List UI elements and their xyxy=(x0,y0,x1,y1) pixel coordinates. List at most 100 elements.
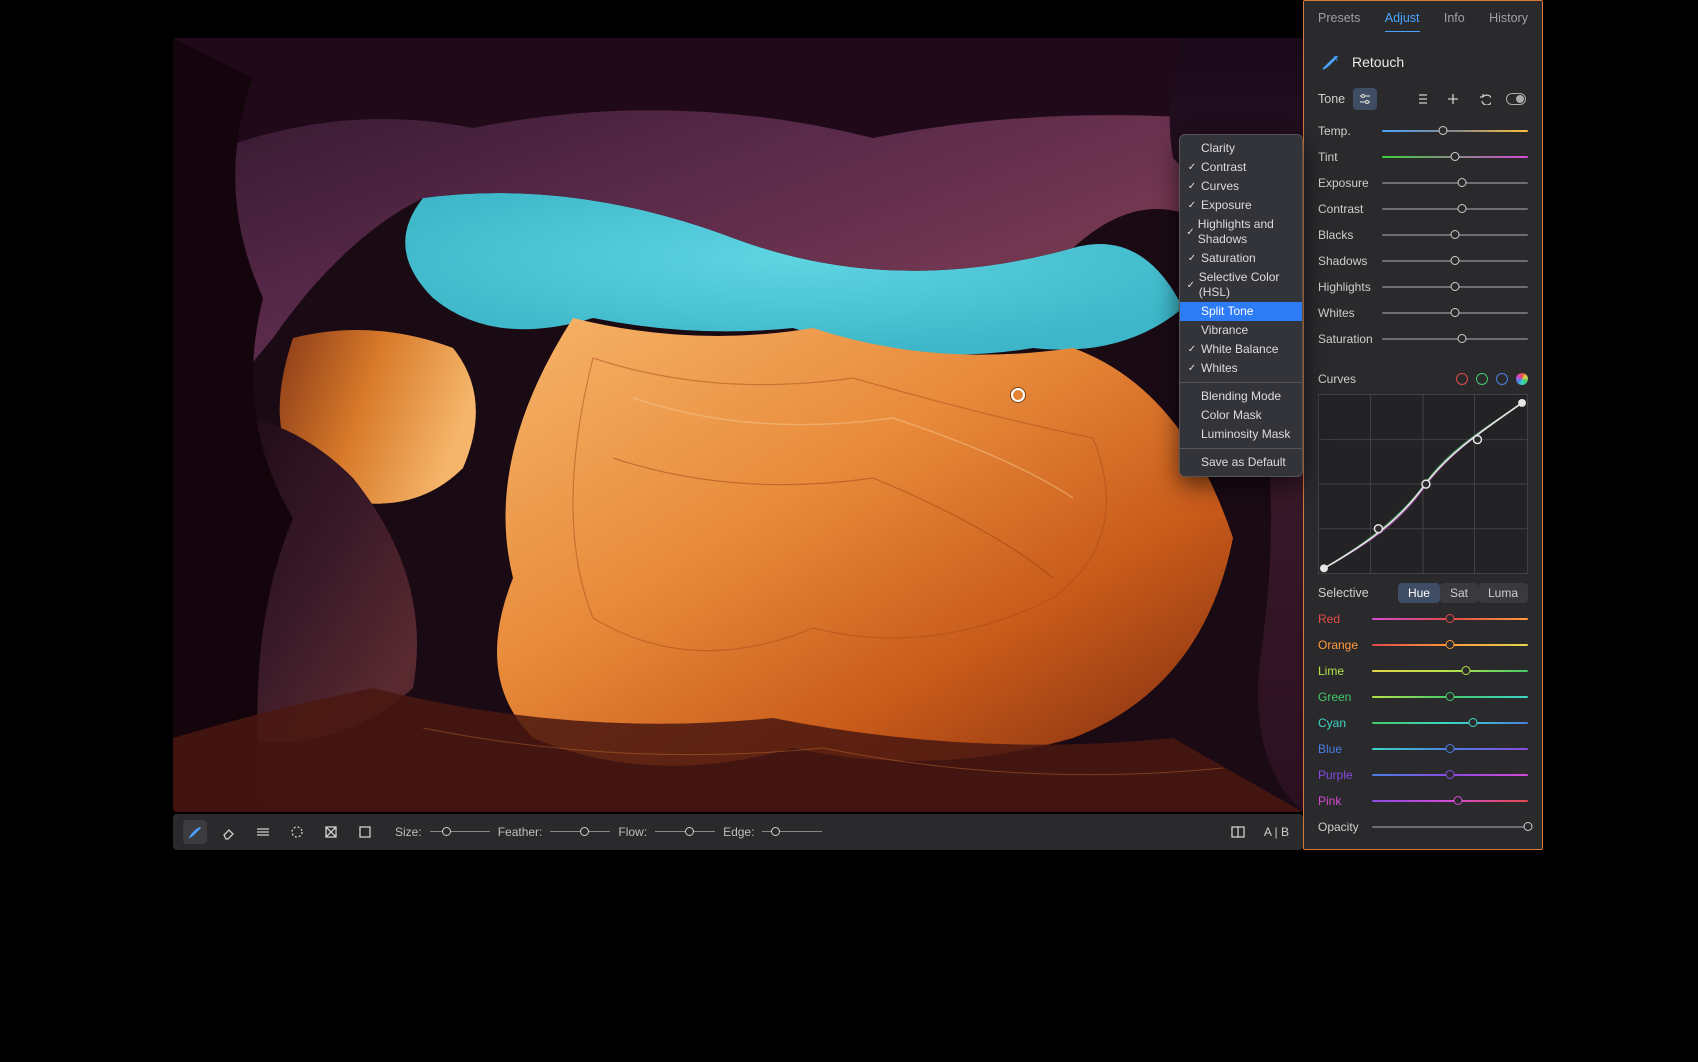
selective-mode-luma[interactable]: Luma xyxy=(1478,583,1528,603)
selective-slider[interactable] xyxy=(1372,690,1528,704)
ctx-item-white-balance[interactable]: ✓White Balance xyxy=(1180,340,1302,359)
rect-tool-button[interactable] xyxy=(353,820,377,844)
selective-row-lime: Lime xyxy=(1304,664,1542,678)
ctx-item-whites[interactable]: ✓Whites xyxy=(1180,359,1302,378)
adjust-slider[interactable] xyxy=(1382,150,1528,164)
param-slider[interactable] xyxy=(655,825,715,839)
selective-section-header: Selective HueSatLuma xyxy=(1304,584,1542,612)
selective-row-green: Green xyxy=(1304,690,1542,704)
gradient-tool-button[interactable] xyxy=(251,820,275,844)
adjust-label: Shadows xyxy=(1318,254,1382,268)
ctx-item-clarity[interactable]: Clarity xyxy=(1180,139,1302,158)
eraser-tool-button[interactable] xyxy=(217,820,241,844)
selective-label: Lime xyxy=(1318,664,1372,678)
adjust-sidebar: Presets Adjust Info History Retouch Tone xyxy=(1303,0,1543,850)
app-window: Size:Feather:Flow:Edge: A | B PresetsAdj… xyxy=(155,0,1543,850)
curves-channel-rgb[interactable] xyxy=(1516,373,1528,385)
param-label: Size: xyxy=(395,825,422,839)
opacity-label: Opacity xyxy=(1318,820,1372,834)
selective-label: Cyan xyxy=(1318,716,1372,730)
selective-row-blue: Blue xyxy=(1304,742,1542,756)
selective-row-pink: Pink xyxy=(1304,794,1542,808)
adjust-label: Blacks xyxy=(1318,228,1382,242)
add-adjustment-button[interactable] xyxy=(1442,88,1465,110)
adjust-slider[interactable] xyxy=(1382,280,1528,294)
reset-button[interactable] xyxy=(1473,88,1496,110)
selective-label: Red xyxy=(1318,612,1372,626)
selective-mode-hue[interactable]: Hue xyxy=(1398,583,1440,603)
selective-slider[interactable] xyxy=(1372,742,1528,756)
selective-label: Purple xyxy=(1318,768,1372,782)
ctx-item-luminosity-mask[interactable]: Luminosity Mask xyxy=(1180,425,1302,444)
selective-label: Orange xyxy=(1318,638,1372,652)
selective-label: Blue xyxy=(1318,742,1372,756)
selective-row-red: Red xyxy=(1304,612,1542,626)
brush-cursor xyxy=(1011,388,1025,402)
opacity-slider[interactable] xyxy=(1372,820,1528,834)
selective-slider[interactable] xyxy=(1372,768,1528,782)
adjust-row-highlights: Highlights xyxy=(1318,280,1528,294)
tab-info[interactable]: Info xyxy=(1444,11,1465,32)
curves-channel-green[interactable] xyxy=(1476,373,1488,385)
param-label: Feather: xyxy=(498,825,543,839)
selective-slider[interactable] xyxy=(1372,716,1528,730)
enable-toggle[interactable] xyxy=(1505,88,1528,110)
adjust-slider[interactable] xyxy=(1382,176,1528,190)
adjust-slider[interactable] xyxy=(1382,254,1528,268)
selective-row-orange: Orange xyxy=(1304,638,1542,652)
adjust-label: Temp. xyxy=(1318,124,1382,138)
ctx-item-contrast[interactable]: ✓Contrast xyxy=(1180,158,1302,177)
selective-slider[interactable] xyxy=(1372,638,1528,652)
curves-channel-blue[interactable] xyxy=(1496,373,1508,385)
ctx-item-save-as-default[interactable]: Save as Default xyxy=(1180,453,1302,472)
pattern-tool-button[interactable] xyxy=(319,820,343,844)
radial-tool-button[interactable] xyxy=(285,820,309,844)
tone-section-bar: Tone xyxy=(1304,84,1542,124)
ctx-item-curves[interactable]: ✓Curves xyxy=(1180,177,1302,196)
param-slider[interactable] xyxy=(762,825,822,839)
compare-button[interactable] xyxy=(1226,820,1250,844)
canvas-container[interactable] xyxy=(173,38,1303,812)
adjust-slider[interactable] xyxy=(1382,306,1528,320)
ctx-item-selective-color-hsl-[interactable]: ✓Selective Color (HSL) xyxy=(1180,268,1302,302)
tab-history[interactable]: History xyxy=(1489,11,1528,32)
adjust-slider[interactable] xyxy=(1382,202,1528,216)
list-mode-button[interactable] xyxy=(1410,88,1433,110)
adjust-row-blacks: Blacks xyxy=(1318,228,1528,242)
panel-header: Retouch xyxy=(1304,38,1542,84)
ab-compare-button[interactable]: A | B xyxy=(1260,823,1293,841)
brush-toolbar: Size:Feather:Flow:Edge: A | B xyxy=(173,814,1303,850)
selective-slider[interactable] xyxy=(1372,794,1528,808)
adjust-label: Tint xyxy=(1318,150,1382,164)
ctx-item-highlights-and-shadows[interactable]: ✓Highlights and Shadows xyxy=(1180,215,1302,249)
tone-label: Tone xyxy=(1318,92,1345,106)
ctx-item-saturation[interactable]: ✓Saturation xyxy=(1180,249,1302,268)
tab-adjust[interactable]: Adjust xyxy=(1385,11,1420,32)
adjust-label: Highlights xyxy=(1318,280,1382,294)
param-slider[interactable] xyxy=(550,825,610,839)
selective-mode-sat[interactable]: Sat xyxy=(1440,583,1478,603)
selective-slider[interactable] xyxy=(1372,664,1528,678)
adjustments-list: Temp.TintExposureContrastBlacksShadowsHi… xyxy=(1304,124,1542,372)
adjust-slider[interactable] xyxy=(1382,332,1528,346)
tab-presets[interactable]: Presets xyxy=(1318,11,1360,32)
ctx-item-split-tone[interactable]: Split Tone xyxy=(1180,302,1302,321)
curves-channel-red[interactable] xyxy=(1456,373,1468,385)
ctx-item-exposure[interactable]: ✓Exposure xyxy=(1180,196,1302,215)
ctx-item-vibrance[interactable]: Vibrance xyxy=(1180,321,1302,340)
sliders-mode-button[interactable] xyxy=(1353,88,1376,110)
brush-tool-button[interactable] xyxy=(183,820,207,844)
ctx-item-color-mask[interactable]: Color Mask xyxy=(1180,406,1302,425)
toolbar-param-flow: Flow: xyxy=(618,825,715,839)
sidebar-tabs: Presets Adjust Info History xyxy=(1304,1,1542,38)
adjust-slider[interactable] xyxy=(1382,228,1528,242)
toolbar-param-size: Size: xyxy=(395,825,490,839)
adjust-slider[interactable] xyxy=(1382,124,1528,138)
curves-editor[interactable] xyxy=(1318,394,1528,574)
selective-slider[interactable] xyxy=(1372,612,1528,626)
ctx-item-blending-mode[interactable]: Blending Mode xyxy=(1180,387,1302,406)
adjust-label: Saturation xyxy=(1318,332,1382,346)
adjust-row-temp: Temp. xyxy=(1318,124,1528,138)
selective-row-purple: Purple xyxy=(1304,768,1542,782)
param-slider[interactable] xyxy=(430,825,490,839)
